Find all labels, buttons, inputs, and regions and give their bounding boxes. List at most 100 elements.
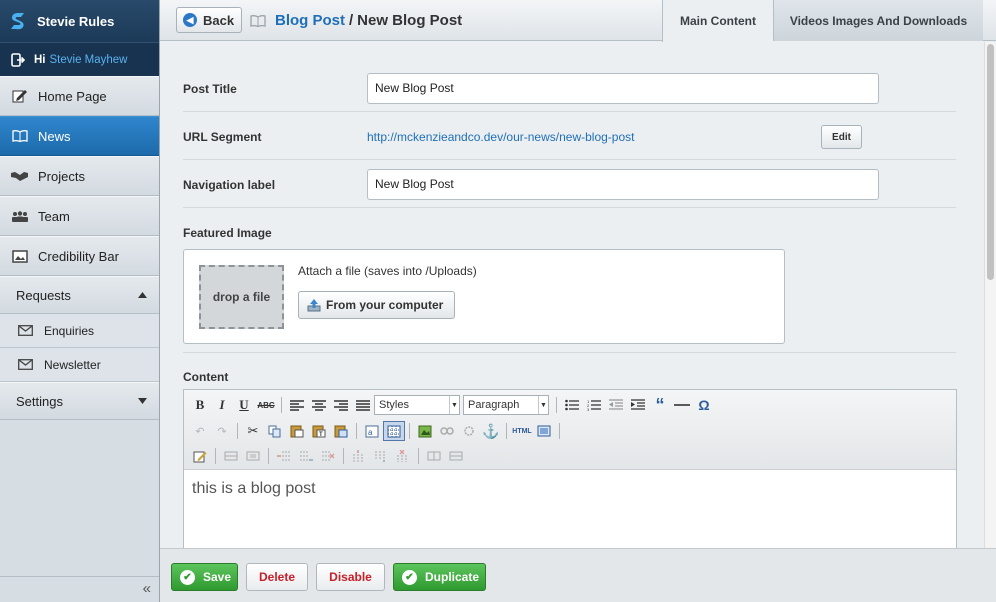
anchor-icon[interactable]: ⚓	[480, 421, 502, 441]
copy-icon[interactable]	[264, 421, 286, 441]
toolbar-separator	[559, 423, 560, 439]
sidebar-item-enquiries[interactable]: Enquiries	[0, 314, 159, 348]
brand-name: Stevie Rules	[37, 13, 115, 29]
outdent-icon[interactable]	[605, 395, 627, 415]
sidebar-item-team[interactable]: Team	[0, 196, 159, 236]
bullet-list-icon[interactable]	[561, 395, 583, 415]
collapse-sidebar-button[interactable]: «	[0, 576, 159, 602]
sidebar-group-requests[interactable]: Requests	[0, 276, 159, 314]
image-icon	[11, 249, 28, 263]
save-button[interactable]: ✔ Save	[171, 563, 238, 591]
format-select-value: Paragraph	[468, 399, 520, 411]
sidebar-group-settings[interactable]: Settings	[0, 382, 159, 420]
numbered-list-icon[interactable]: 123	[583, 395, 605, 415]
post-title-input[interactable]: New Blog Post	[367, 73, 879, 104]
editor-toolbar: B I U ABC Styles ▼ Paragraph ▼ 1 2 3 “ Ω…	[184, 390, 956, 470]
redo-icon[interactable]: ↷	[211, 421, 233, 441]
paste-word-icon[interactable]	[330, 421, 352, 441]
delete-button[interactable]: Delete	[246, 563, 308, 591]
book-icon	[250, 14, 266, 27]
underline-icon[interactable]: U	[233, 395, 255, 415]
horizontal-rule-icon[interactable]	[671, 395, 693, 415]
delete-col-icon[interactable]	[392, 446, 414, 466]
edit-page-icon	[11, 89, 28, 103]
insert-col-after-icon[interactable]	[370, 446, 392, 466]
toolbar-row-3	[189, 445, 467, 467]
sidebar-item-projects[interactable]: Projects	[0, 156, 159, 196]
edit-document-icon[interactable]	[189, 446, 211, 466]
table-cell-props-icon[interactable]	[242, 446, 264, 466]
sidebar-item-label: Newsletter	[44, 357, 101, 372]
sidebar-item-label: Projects	[38, 168, 85, 184]
align-justify-icon[interactable]	[352, 395, 374, 415]
breadcrumb-parent-link[interactable]: Blog Post	[275, 12, 345, 29]
paste-text-icon[interactable]: T	[308, 421, 330, 441]
unlink-icon[interactable]	[458, 421, 480, 441]
tab-label: Main Content	[680, 14, 756, 28]
caret-down-icon	[138, 398, 147, 404]
tab-videos-images-downloads[interactable]: Videos Images And Downloads	[773, 0, 983, 41]
delete-row-icon[interactable]	[317, 446, 339, 466]
split-cells-icon[interactable]	[423, 446, 445, 466]
italic-icon[interactable]: I	[211, 395, 233, 415]
toolbar-separator	[418, 448, 419, 464]
align-left-icon[interactable]	[286, 395, 308, 415]
post-title-label: Post Title	[183, 82, 237, 96]
url-segment-link[interactable]: http://mckenzieandco.dev/our-news/new-bl…	[367, 130, 634, 144]
table-row-props-icon[interactable]	[220, 446, 242, 466]
user-name-link[interactable]: Stevie Mayhew	[50, 54, 128, 66]
scrollbar-thumb[interactable]	[987, 44, 994, 280]
toolbar-separator	[215, 448, 216, 464]
cut-icon[interactable]: ✂	[242, 421, 264, 441]
post-title-row: Post Title New Blog Post	[183, 62, 956, 112]
sidebar-item-home-page[interactable]: Home Page	[0, 76, 159, 116]
checkmark-icon: ✔	[180, 569, 195, 585]
insert-row-before-icon[interactable]	[273, 446, 295, 466]
editor-body[interactable]: this is a blog post	[192, 480, 316, 498]
find-replace-icon[interactable]: a	[361, 421, 383, 441]
logout-icon[interactable]	[11, 52, 25, 67]
upload-from-computer-button[interactable]: From your computer	[298, 291, 455, 319]
toolbar-separator	[237, 423, 238, 439]
user-bar: Hi Stevie Mayhew	[0, 42, 159, 76]
back-button[interactable]: ◀ Back	[176, 7, 242, 33]
featured-image-label: Featured Image	[183, 226, 272, 240]
tab-main-content[interactable]: Main Content	[662, 0, 773, 42]
url-edit-button[interactable]: Edit	[821, 125, 862, 149]
navigation-label-input[interactable]: New Blog Post	[367, 169, 879, 200]
align-right-icon[interactable]	[330, 395, 352, 415]
insert-col-before-icon[interactable]	[348, 446, 370, 466]
undo-icon[interactable]: ↶	[189, 421, 211, 441]
visual-aid-icon[interactable]	[383, 421, 405, 441]
styles-select-value: Styles	[379, 399, 409, 411]
envelope-icon	[18, 325, 34, 336]
action-bar: ✔ Save Delete Disable ✔ Duplicate	[160, 548, 996, 602]
special-character-icon[interactable]: Ω	[693, 395, 715, 415]
duplicate-button[interactable]: ✔ Duplicate	[393, 563, 486, 591]
strikethrough-icon[interactable]: ABC	[255, 395, 277, 415]
sidebar-item-newsletter[interactable]: Newsletter	[0, 348, 159, 382]
align-center-icon[interactable]	[308, 395, 330, 415]
bold-icon[interactable]: B	[189, 395, 211, 415]
sidebar-item-news[interactable]: News	[0, 116, 159, 156]
html-source-icon[interactable]: HTML	[511, 421, 533, 441]
drop-zone[interactable]: drop a file	[199, 265, 284, 329]
paste-icon[interactable]	[286, 421, 308, 441]
indent-icon[interactable]	[627, 395, 649, 415]
toolbar-row-2: ↶ ↷ ✂ T a ⚓ HTML	[189, 420, 564, 442]
blockquote-icon[interactable]: “	[649, 395, 671, 415]
merge-cells-icon[interactable]	[445, 446, 467, 466]
navigation-label-row: Navigation label New Blog Post	[183, 160, 956, 208]
toolbar-separator	[268, 448, 269, 464]
fullscreen-icon[interactable]	[533, 421, 555, 441]
styles-select[interactable]: Styles ▼	[374, 395, 460, 415]
insert-image-icon[interactable]	[414, 421, 436, 441]
disable-button[interactable]: Disable	[316, 563, 385, 591]
sidebar-item-credibility-bar[interactable]: Credibility Bar	[0, 236, 159, 276]
sidebar-item-label: News	[38, 128, 71, 144]
vertical-scrollbar[interactable]	[984, 42, 996, 548]
brand[interactable]: Stevie Rules	[0, 0, 159, 42]
format-select[interactable]: Paragraph ▼	[463, 395, 549, 415]
insert-link-icon[interactable]	[436, 421, 458, 441]
insert-row-after-icon[interactable]	[295, 446, 317, 466]
